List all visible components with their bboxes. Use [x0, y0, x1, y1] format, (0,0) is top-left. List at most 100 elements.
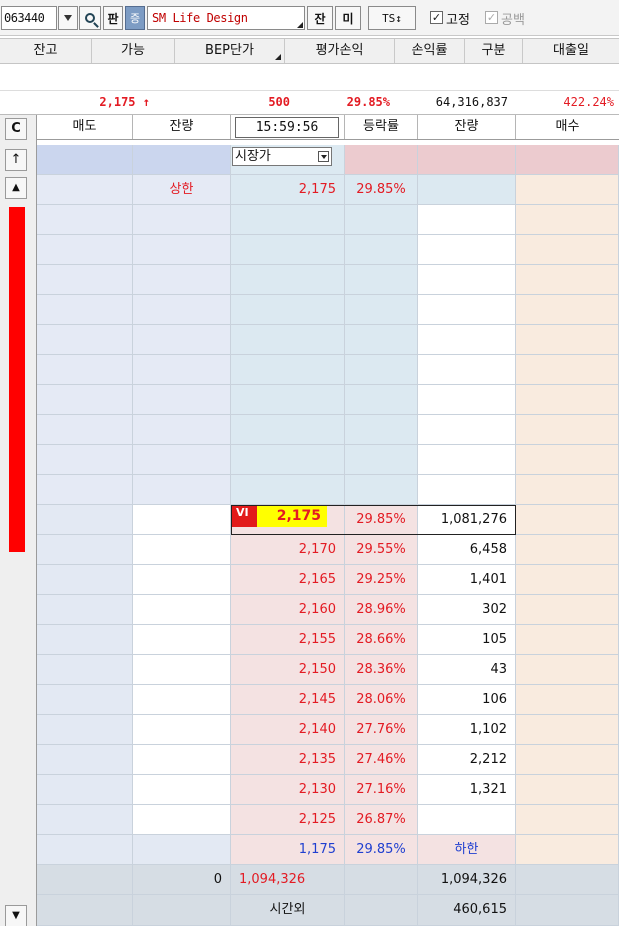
bid-sell-qty-cell[interactable] [133, 745, 231, 775]
bid-price[interactable]: 2,165 [231, 565, 345, 595]
market-ask-cell[interactable] [37, 145, 133, 175]
col-sell-qty[interactable]: 잔량 [133, 115, 231, 139]
bid-sell-qty-cell[interactable] [133, 655, 231, 685]
pan-button[interactable]: 판 [103, 6, 123, 30]
ask-buy-order-cell[interactable] [516, 295, 619, 325]
header-loan-date[interactable]: 대출일 [523, 39, 619, 63]
bid-sell-qty-cell[interactable] [133, 535, 231, 565]
bid-sell-order-cell[interactable] [37, 715, 133, 745]
bid-price[interactable]: 2,155 [231, 625, 345, 655]
bid-sell-order-cell[interactable] [37, 655, 133, 685]
bid-buy-order-cell[interactable] [516, 655, 619, 685]
col-buy-qty[interactable]: 잔량 [418, 115, 516, 139]
col-time[interactable]: 15:59:56 [231, 115, 345, 139]
ask-buy-order-cell[interactable] [516, 205, 619, 235]
ask-qty-cell[interactable] [133, 475, 231, 505]
market-price-select[interactable]: 시장가 [232, 147, 332, 166]
bid-price[interactable]: 2,130 [231, 775, 345, 805]
bid-sell-order-cell[interactable] [37, 745, 133, 775]
code-dropdown-button[interactable] [58, 6, 78, 30]
collapse-button[interactable]: C [5, 118, 27, 140]
ask-price-cell[interactable] [231, 385, 345, 415]
stock-type-badge[interactable]: 증 [125, 6, 145, 30]
ask-qty-cell[interactable] [133, 415, 231, 445]
bid-buy-order-cell[interactable] [516, 775, 619, 805]
scroll-up-button[interactable]: ▲ [5, 177, 27, 199]
blank-checkbox[interactable]: ✓ [485, 11, 498, 24]
bid-price[interactable]: 2,135 [231, 745, 345, 775]
ask-buy-order-cell[interactable] [516, 385, 619, 415]
market-ask-qty-cell[interactable] [133, 145, 231, 175]
current-price-cell[interactable]: VI 2,175 [231, 505, 345, 535]
scroll-down-button[interactable]: ▼ [5, 905, 27, 926]
ask-qty-cell[interactable] [133, 205, 231, 235]
stock-name-field[interactable]: SM Life Design [147, 6, 305, 30]
bid-sell-qty-cell[interactable] [133, 805, 231, 835]
bid-sell-qty-cell[interactable] [133, 775, 231, 805]
col-rate[interactable]: 등락률 [345, 115, 418, 139]
bid-buy-order-cell[interactable] [516, 595, 619, 625]
header-bep-price[interactable]: BEP단가 [175, 39, 285, 63]
ask-order-cell[interactable] [37, 205, 133, 235]
ask-buy-order-cell[interactable] [516, 475, 619, 505]
bid-sell-qty-cell[interactable] [133, 625, 231, 655]
bid-buy-order-cell[interactable] [516, 685, 619, 715]
header-available[interactable]: 가능 [92, 39, 175, 63]
bid-sell-order-cell[interactable] [37, 595, 133, 625]
stock-code-input[interactable]: 063440 [1, 6, 57, 30]
balance-button[interactable]: 잔 [307, 6, 333, 30]
bid-buy-order-cell[interactable] [516, 715, 619, 745]
ask-order-cell[interactable] [37, 175, 133, 205]
upper-limit-price[interactable]: 2,175 [231, 175, 345, 205]
ask-price-cell[interactable] [231, 445, 345, 475]
bid-buy-order-cell[interactable] [516, 745, 619, 775]
ask-qty-cell[interactable] [133, 325, 231, 355]
ask-order-cell[interactable] [37, 475, 133, 505]
ask-price-cell[interactable] [231, 475, 345, 505]
ask-buy-order-cell[interactable] [516, 175, 619, 205]
header-eval-pl[interactable]: 평가손익 [285, 39, 395, 63]
bid-sell-order-cell[interactable] [37, 805, 133, 835]
header-balance[interactable]: 잔고 [0, 39, 92, 63]
ask-price-cell[interactable] [231, 205, 345, 235]
ask-price-cell[interactable] [231, 415, 345, 445]
bid-price[interactable]: 2,140 [231, 715, 345, 745]
ask-price-cell[interactable] [231, 325, 345, 355]
lower-sell-order-cell[interactable] [37, 835, 133, 865]
bid-sell-qty-cell[interactable] [133, 595, 231, 625]
bid-sell-qty-cell[interactable] [133, 715, 231, 745]
up-arrow-button[interactable]: ↑ [5, 149, 27, 171]
ask-qty-cell[interactable] [133, 265, 231, 295]
ask-order-cell[interactable] [37, 355, 133, 385]
bid-buy-order-cell[interactable] [516, 805, 619, 835]
ask-qty-cell[interactable] [133, 235, 231, 265]
ask-qty-cell[interactable] [133, 295, 231, 325]
bid-sell-order-cell[interactable] [37, 565, 133, 595]
ask-order-cell[interactable] [37, 385, 133, 415]
bid-sell-order-cell[interactable] [37, 685, 133, 715]
lower-sell-qty-cell[interactable] [133, 835, 231, 865]
lower-buy-order-cell[interactable] [516, 835, 619, 865]
lower-limit-price[interactable]: 1,175 [231, 835, 345, 865]
ask-order-cell[interactable] [37, 235, 133, 265]
bid-sell-qty-cell[interactable] [133, 685, 231, 715]
bid-price[interactable]: 2,150 [231, 655, 345, 685]
bid-buy-order-cell[interactable] [516, 535, 619, 565]
ask-buy-order-cell[interactable] [516, 325, 619, 355]
ask-buy-order-cell[interactable] [516, 445, 619, 475]
bid-sell-order-cell[interactable] [37, 775, 133, 805]
ts-button[interactable]: TS↕ [368, 6, 416, 30]
ask-order-cell[interactable] [37, 415, 133, 445]
ask-buy-order-cell[interactable] [516, 355, 619, 385]
header-pl-rate[interactable]: 손익률 [395, 39, 465, 63]
col-sell[interactable]: 매도 [37, 115, 133, 139]
bid-buy-order-cell[interactable] [516, 625, 619, 655]
ask-order-cell[interactable] [37, 325, 133, 355]
ask-qty-cell[interactable] [133, 385, 231, 415]
bid-sell-qty-cell[interactable] [133, 565, 231, 595]
bid-price[interactable]: 2,170 [231, 535, 345, 565]
bid-price[interactable]: 2,145 [231, 685, 345, 715]
market-price-cell[interactable]: 시장가 [231, 145, 345, 175]
current-buy-order-cell[interactable] [516, 505, 619, 535]
bid-buy-order-cell[interactable] [516, 565, 619, 595]
